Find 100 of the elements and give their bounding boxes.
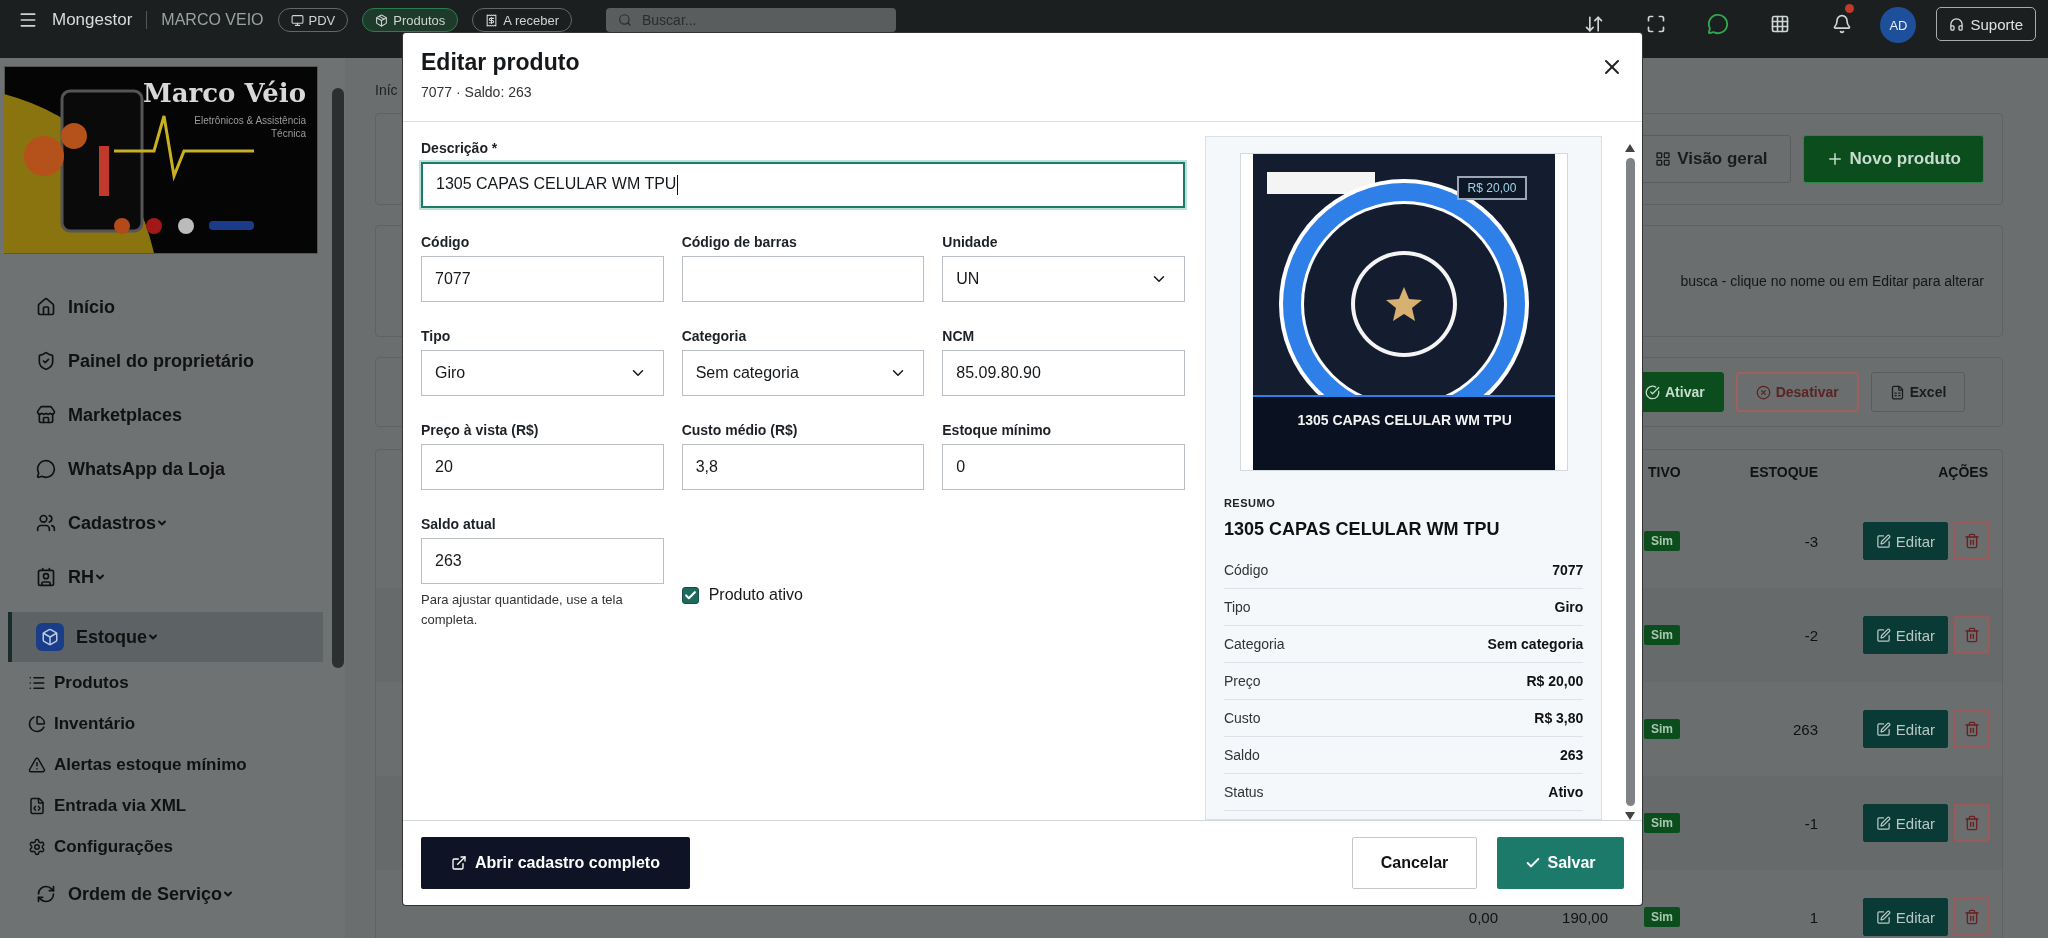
edit-icon xyxy=(1875,721,1891,737)
summary-value: R$ 3,80 xyxy=(1534,710,1584,726)
table-cell-text: 190,00 xyxy=(1561,908,1609,926)
summary-value: 263 xyxy=(1559,747,1584,763)
description-field[interactable]: 1305 CAPAS CELULAR WM TPU xyxy=(421,162,1185,208)
sidebar-item[interactable]: Marketplaces xyxy=(8,388,323,442)
edit-button[interactable]: Editar xyxy=(1862,804,1948,842)
package-icon xyxy=(375,13,389,27)
summary-label: Custo xyxy=(1223,710,1261,726)
search-icon xyxy=(618,13,632,27)
scrollbar[interactable] xyxy=(332,88,344,668)
active-badge: Sim xyxy=(1644,531,1680,551)
input-field[interactable]: 0 xyxy=(942,444,1185,490)
refresh-icon xyxy=(36,884,56,904)
open-full-form-button[interactable]: Abrir cadastro completo xyxy=(421,837,690,889)
summary-value: Giro xyxy=(1554,599,1584,615)
input-field[interactable]: 85.09.80.90 xyxy=(942,350,1185,396)
field-label: Tipo xyxy=(421,328,452,346)
edit-button[interactable]: Editar xyxy=(1862,522,1948,560)
input-field[interactable]: 263 xyxy=(421,538,664,584)
box-icon xyxy=(41,628,59,646)
dialog-title: Editar produto xyxy=(421,49,580,76)
input-field[interactable]: 7077 xyxy=(421,256,664,302)
stock-cell-text: 263 xyxy=(1791,720,1819,738)
field-label: Código xyxy=(421,234,471,252)
summary-value: Sem categoria xyxy=(1487,636,1584,652)
table-cell-text: 0,00 xyxy=(1467,908,1499,926)
sidebar-item[interactable]: Ordem de Serviço xyxy=(8,867,323,921)
trash-icon xyxy=(1964,721,1980,737)
pie-chart-icon xyxy=(28,714,46,733)
active-checkbox[interactable]: Produto ativo xyxy=(681,586,925,604)
dialog-subtitle: 7077 · Saldo: 263 xyxy=(421,84,533,100)
input-field[interactable]: 20 xyxy=(421,444,664,490)
sidebar-item[interactable]: WhatsApp da Loja xyxy=(8,442,323,496)
column-header: TIVO xyxy=(1647,464,1682,480)
active-badge: Sim xyxy=(1644,719,1680,739)
store-name: MARCO VEIO xyxy=(146,11,264,29)
up-arrow-icon[interactable] xyxy=(1625,144,1636,152)
banner-subtitle: Eletrônicos & Assistência Técnica xyxy=(193,114,306,140)
select-field[interactable]: Giro xyxy=(421,350,664,396)
check-icon xyxy=(683,588,697,602)
summary-label: Categoria xyxy=(1223,636,1285,652)
sort-icon[interactable] xyxy=(1584,14,1605,34)
input-field[interactable] xyxy=(681,256,925,302)
bell-icon[interactable] xyxy=(1832,14,1853,34)
select-field[interactable]: Sem categoria xyxy=(681,350,925,396)
field-label: Unidade xyxy=(942,234,999,252)
sidebar-subitem[interactable]: Alertas estoque mínimo xyxy=(0,744,323,785)
support-button[interactable]: Suporte xyxy=(1936,7,2036,41)
save-button[interactable]: Salvar xyxy=(1497,837,1624,889)
sidebar-item[interactable]: Início xyxy=(8,280,323,334)
active-badge: Sim xyxy=(1644,625,1680,645)
grid-icon[interactable] xyxy=(1770,14,1791,34)
summary-value: Ativo xyxy=(1548,784,1584,800)
sidebar-subitem[interactable]: Entrada via XML xyxy=(0,785,323,826)
file-code-icon xyxy=(28,796,46,815)
field-label: Estoque mínimo xyxy=(942,422,1053,440)
summary-label: Saldo xyxy=(1223,747,1260,763)
gear-icon xyxy=(28,837,46,856)
field-label: Código de barras xyxy=(681,234,798,252)
headset-icon xyxy=(1949,16,1965,32)
edit-button[interactable]: Editar xyxy=(1862,710,1948,748)
banner-title: Marco Véio xyxy=(142,78,306,108)
summary-heading: RESUMO xyxy=(1223,497,1277,509)
cancel-button[interactable]: Cancelar xyxy=(1352,837,1477,889)
trash-icon xyxy=(1964,627,1980,643)
grid-icon xyxy=(1655,151,1672,167)
input-field[interactable]: 3,8 xyxy=(681,444,925,490)
checkbox[interactable] xyxy=(681,586,699,604)
sidebar-item[interactable]: Painel do proprietário xyxy=(8,334,323,388)
sidebar-subitem[interactable]: Inventário xyxy=(0,703,323,744)
stock-cell-text: -3 xyxy=(1803,532,1819,550)
down-arrow-icon[interactable] xyxy=(1625,812,1636,820)
summary-label: Tipo xyxy=(1223,599,1251,615)
trash-icon xyxy=(1964,909,1980,925)
sidebar-item[interactable]: RH xyxy=(8,550,323,604)
trash-icon xyxy=(1964,815,1980,831)
sidebar-subitem[interactable]: Configurações xyxy=(0,826,323,867)
summary-label: Código xyxy=(1223,562,1269,578)
sidebar-item[interactable]: Cadastros xyxy=(8,496,323,550)
fullscreen-icon[interactable] xyxy=(1646,14,1667,34)
field-label: Custo médio (R$) xyxy=(681,422,799,440)
edit-icon xyxy=(1875,627,1891,643)
user-avatar[interactable]: AD xyxy=(1880,7,1917,43)
menu-icon[interactable] xyxy=(18,10,38,30)
select-field[interactable]: UN xyxy=(942,256,1185,302)
shield-icon xyxy=(36,351,56,371)
field-label: Saldo atual xyxy=(421,516,497,534)
quick-link[interactable]: Produtos xyxy=(362,8,459,32)
check-circle-icon xyxy=(1645,384,1660,400)
chat-icon[interactable] xyxy=(1707,13,1730,35)
active-badge: Sim xyxy=(1644,907,1680,927)
edit-button[interactable]: Editar xyxy=(1862,616,1948,654)
stock-cell-text: 1 xyxy=(1808,908,1819,926)
chat-icon xyxy=(36,459,56,479)
sidebar-subitem[interactable]: Produtos xyxy=(0,662,323,703)
store-icon xyxy=(36,405,56,425)
edit-button[interactable]: Editar xyxy=(1862,898,1948,936)
field-label: Descrição * xyxy=(421,140,499,158)
new-product-button[interactable]: Novo produto xyxy=(1802,135,1984,183)
